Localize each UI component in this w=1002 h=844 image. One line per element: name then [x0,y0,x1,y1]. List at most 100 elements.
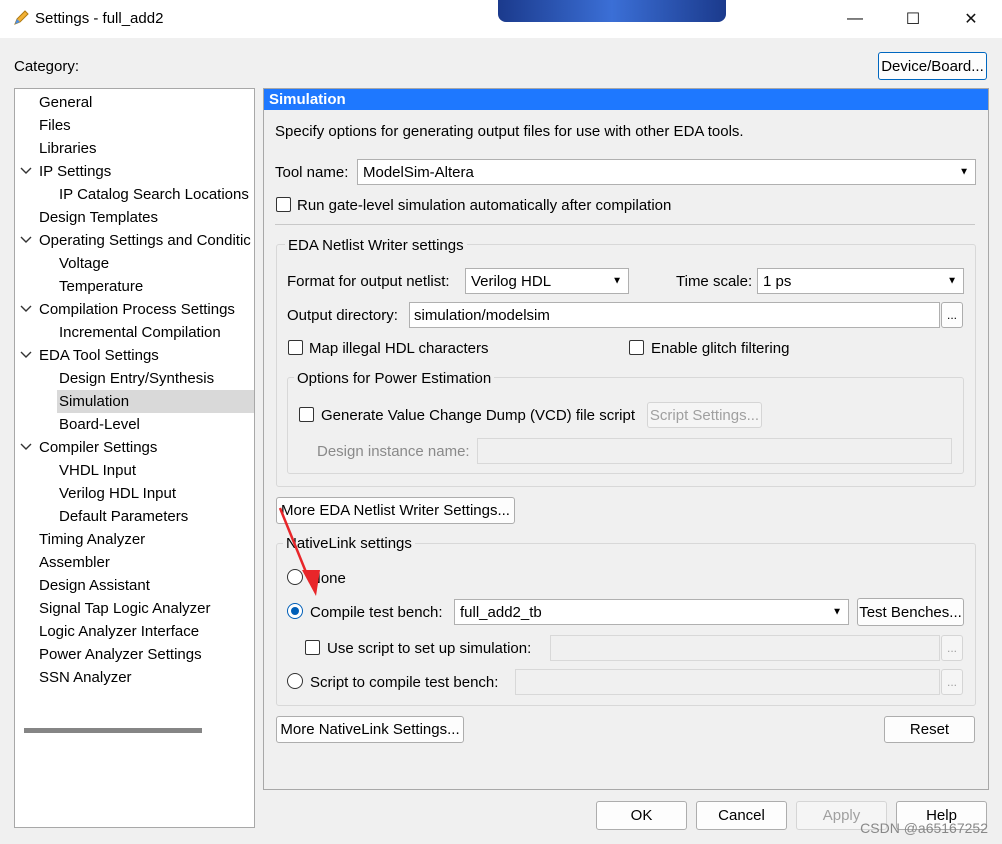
tree-item[interactable]: Libraries [37,137,254,160]
window-title: Settings - full_add2 [35,10,164,27]
tree-item[interactable]: Verilog HDL Input [57,482,254,505]
compile-test-bench-select[interactable]: full_add2_tb ▼ [454,599,849,625]
tree-item[interactable]: Design Entry/Synthesis [57,367,254,390]
tree-item-label: EDA Tool Settings [39,347,159,364]
tree-item[interactable]: Design Assistant [37,574,254,597]
format-label: Format for output netlist: [287,273,450,290]
use-script-input[interactable] [550,635,940,661]
run-gate-level-checkbox[interactable] [276,197,291,212]
tree-item[interactable]: Compilation Process Settings [37,298,254,321]
netlist-group-title: EDA Netlist Writer settings [285,237,467,254]
tree-item[interactable]: Timing Analyzer [37,528,254,551]
vcd-checkbox[interactable] [299,407,314,422]
compile-test-bench-value: full_add2_tb [460,603,542,621]
tree-item[interactable]: Files [37,114,254,137]
time-scale-select[interactable]: 1 ps ▼ [757,268,964,294]
reset-button[interactable]: Reset [884,716,975,743]
vcd-label: Generate Value Change Dump (VCD) file sc… [321,407,636,424]
decorative-banner [498,0,726,22]
panel-description: Specify options for generating output fi… [275,123,744,140]
script-compile-radio[interactable] [287,673,303,689]
tree-item[interactable]: Power Analyzer Settings [37,643,254,666]
close-icon: ✕ [964,11,978,28]
tree-item-label: Simulation [59,393,130,410]
category-tree[interactable]: General Files Libraries IP Settings IP Catal… [14,88,255,828]
map-illegal-checkbox[interactable] [288,340,303,355]
script-compile-browse-button[interactable]: ... [941,669,963,695]
minimize-button[interactable]: — [826,0,884,38]
chevron-down-icon: ▼ [612,275,622,287]
more-nativelink-settings-button[interactable]: More NativeLink Settings... [276,716,464,743]
tree-item[interactable]: SSN Analyzer [37,666,254,689]
tree-item[interactable]: General [37,91,254,114]
tree-item-label: Default Parameters [59,508,189,525]
output-directory-input[interactable]: simulation/modelsim [409,302,940,328]
tree-item-label: Power Analyzer Settings [39,646,202,663]
tree-item[interactable]: Simulation [57,390,254,413]
chevron-down-icon[interactable] [19,440,33,454]
tree-item[interactable]: Design Templates [37,206,254,229]
tree-item-label: Timing Analyzer [39,531,146,548]
divider [275,224,975,225]
glitch-filtering-checkbox[interactable] [629,340,644,355]
chevron-down-icon: ▼ [959,166,969,178]
script-settings-button[interactable]: Script Settings... [647,402,762,428]
output-directory-value: simulation/modelsim [414,306,550,324]
design-instance-input[interactable] [477,438,952,464]
output-directory-browse-button[interactable]: ... [941,302,963,328]
tree-item[interactable]: Logic Analyzer Interface [37,620,254,643]
format-select[interactable]: Verilog HDL ▼ [465,268,629,294]
script-compile-input[interactable] [515,669,940,695]
tool-name-select[interactable]: ModelSim-Altera ▼ [357,159,976,185]
tree-item-label: Board-Level [59,416,140,433]
device-board-button[interactable]: Device/Board... [878,52,987,80]
chevron-down-icon[interactable] [19,348,33,362]
watermark: CSDN @a65167252 [860,820,988,836]
time-scale-label: Time scale: [676,273,753,290]
tree-item-label: VHDL Input [59,462,136,479]
tree-item-label: Compilation Process Settings [39,301,235,318]
tree-item[interactable]: IP Catalog Search Locations [57,183,254,206]
chevron-down-icon[interactable] [19,302,33,316]
tree-horizontal-scrollbar[interactable] [16,809,254,827]
use-script-label: Use script to set up simulation: [327,640,532,657]
tree-item[interactable]: Temperature [57,275,254,298]
use-script-checkbox[interactable] [305,640,320,655]
tree-item[interactable]: Signal Tap Logic Analyzer [37,597,254,620]
settings-pencil-icon [14,10,29,25]
tree-item[interactable]: IP Settings [37,160,254,183]
tree-item[interactable]: Voltage [57,252,254,275]
tree-item[interactable]: Compiler Settings [37,436,254,459]
glitch-filtering-label: Enable glitch filtering [651,340,790,357]
scrollbar-thumb[interactable] [24,728,202,733]
chevron-down-icon: ▼ [832,606,842,618]
tree-item-label: Libraries [39,140,97,157]
design-instance-label: Design instance name: [317,443,470,460]
tree-item[interactable]: EDA Tool Settings [37,344,254,367]
tree-item[interactable]: Incremental Compilation [57,321,254,344]
tree-item-label: Signal Tap Logic Analyzer [39,600,211,617]
tree-item-label: Assembler [39,554,110,571]
cancel-button[interactable]: Cancel [696,801,787,830]
tree-item-label: Design Templates [39,209,158,226]
tree-item[interactable]: VHDL Input [57,459,254,482]
tree-item-label: Voltage [59,255,110,272]
red-arrow-annotation [278,507,320,596]
tree-item[interactable]: Default Parameters [57,505,254,528]
close-button[interactable]: ✕ [942,0,1000,38]
tree-item-label: General [39,94,93,111]
tree-item-label: SSN Analyzer [39,669,132,686]
ok-button[interactable]: OK [596,801,687,830]
tree-item-label: Files [39,117,71,134]
tree-item-label: Operating Settings and Conditic [39,232,251,249]
tree-item[interactable]: Operating Settings and Conditic [37,229,254,252]
power-group-title: Options for Power Estimation [294,370,495,387]
test-benches-button[interactable]: Test Benches... [857,598,964,626]
tree-item-label: IP Settings [39,163,112,180]
use-script-browse-button[interactable]: ... [941,635,963,661]
tree-item[interactable]: Assembler [37,551,254,574]
tree-item[interactable]: Board-Level [57,413,254,436]
chevron-down-icon[interactable] [19,233,33,247]
chevron-down-icon[interactable] [19,164,33,178]
maximize-button[interactable]: ☐ [884,0,942,38]
